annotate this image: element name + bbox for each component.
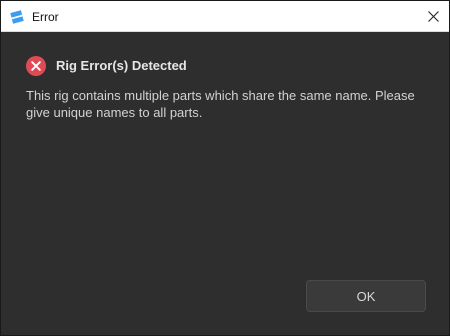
close-icon[interactable] (427, 10, 439, 22)
roblox-studio-icon (10, 10, 24, 24)
error-message: This rig contains multiple parts which s… (26, 88, 415, 120)
error-icon (26, 56, 46, 76)
close-button[interactable] (417, 1, 449, 31)
error-dialog-window: Error Rig Error(s) Detected This rig con… (0, 0, 450, 336)
ok-button[interactable]: OK (306, 280, 426, 312)
dialog-content: Rig Error(s) Detected This rig contains … (1, 32, 449, 335)
error-heading: Rig Error(s) Detected (56, 58, 187, 73)
title-bar: Error (1, 1, 449, 32)
window-title: Error (32, 10, 59, 24)
